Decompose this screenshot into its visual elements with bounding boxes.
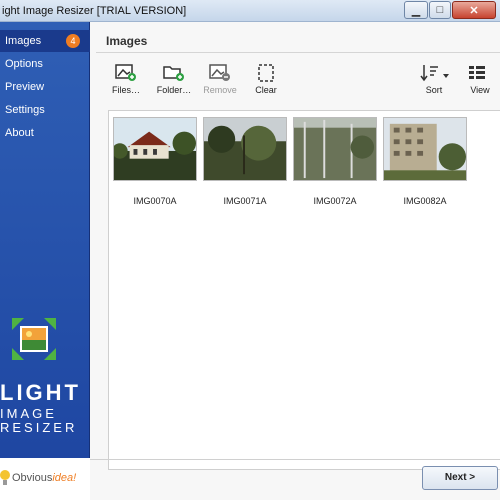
main-panel: Images Files… Folder… Remove Clear Sort … bbox=[90, 22, 500, 500]
sidebar-item-about[interactable]: About bbox=[0, 122, 90, 144]
image-thumbnail[interactable]: IMG0070A bbox=[112, 117, 197, 206]
image-thumbnail[interactable]: IMG0072A bbox=[293, 117, 377, 206]
image-remove-icon bbox=[209, 64, 230, 81]
image-thumbnail[interactable]: IMG0082A bbox=[383, 117, 467, 206]
image-add-icon bbox=[115, 64, 136, 81]
sidebar-item-label: Preview bbox=[5, 81, 45, 93]
remove-button[interactable]: Remove bbox=[200, 64, 240, 100]
image-filename: IMG0072A bbox=[313, 196, 357, 206]
sidebar-item-label: Settings bbox=[5, 104, 45, 116]
sidebar-item-label: Images bbox=[5, 35, 42, 47]
logo-text-line2: IMAGE bbox=[0, 406, 57, 421]
sidebar-item-settings[interactable]: Settings bbox=[0, 99, 90, 121]
add-folder-button[interactable]: Folder… bbox=[154, 64, 194, 100]
add-files-button[interactable]: Files… bbox=[106, 64, 146, 100]
lightbulb-icon bbox=[0, 470, 10, 485]
logo-text-line1: LIGHT bbox=[0, 380, 81, 405]
minimize-icon: ▁ bbox=[411, 4, 421, 17]
maximize-button[interactable]: □ bbox=[429, 1, 451, 19]
logo-text-line3: RESIZER bbox=[0, 420, 78, 435]
image-filename: IMG0070A bbox=[133, 196, 177, 206]
sidebar-item-options[interactable]: Options bbox=[0, 53, 90, 75]
image-preview bbox=[383, 117, 467, 181]
image-grid[interactable]: IMG0070A IMG0071A IMG0072A IMG0082A bbox=[108, 110, 500, 470]
sort-icon bbox=[420, 65, 449, 82]
title-bar: ight Image Resizer [TRIAL VERSION] ▁ □ ✕ bbox=[0, 0, 500, 22]
app-logo-icon bbox=[12, 318, 56, 360]
next-button[interactable]: Next > bbox=[422, 466, 498, 490]
brand-logo: Obviousidea! bbox=[12, 472, 77, 484]
image-preview bbox=[203, 117, 287, 181]
sidebar-item-images[interactable]: Images 4 bbox=[0, 30, 90, 52]
sidebar-item-label: About bbox=[5, 127, 34, 139]
images-count-badge: 4 bbox=[66, 34, 80, 48]
window-title: ight Image Resizer [TRIAL VERSION] bbox=[2, 5, 187, 17]
page-title: Images bbox=[106, 34, 148, 48]
maximize-icon: □ bbox=[436, 4, 444, 16]
close-button[interactable]: ✕ bbox=[452, 1, 496, 19]
footer-divider bbox=[90, 459, 500, 460]
view-button[interactable]: View bbox=[462, 64, 498, 100]
sidebar-item-label: Options bbox=[5, 58, 43, 70]
sidebar-item-preview[interactable]: Preview bbox=[0, 76, 90, 98]
image-preview bbox=[293, 117, 377, 181]
clear-button[interactable]: Clear bbox=[246, 64, 286, 100]
folder-add-icon bbox=[163, 66, 184, 81]
image-filename: IMG0082A bbox=[403, 196, 447, 206]
sidebar: Images 4 Options Preview Settings About … bbox=[0, 22, 90, 500]
image-preview bbox=[112, 117, 197, 181]
brand-strip[interactable]: Obviousidea! bbox=[0, 458, 90, 500]
image-filename: IMG0071A bbox=[223, 196, 267, 206]
minimize-button[interactable]: ▁ bbox=[404, 1, 428, 19]
image-thumbnail[interactable]: IMG0071A bbox=[203, 117, 287, 206]
view-icon bbox=[469, 66, 485, 79]
sort-button[interactable]: Sort bbox=[414, 64, 454, 100]
divider bbox=[96, 52, 500, 53]
close-icon: ✕ bbox=[469, 4, 479, 17]
clear-selection-icon bbox=[258, 64, 274, 82]
